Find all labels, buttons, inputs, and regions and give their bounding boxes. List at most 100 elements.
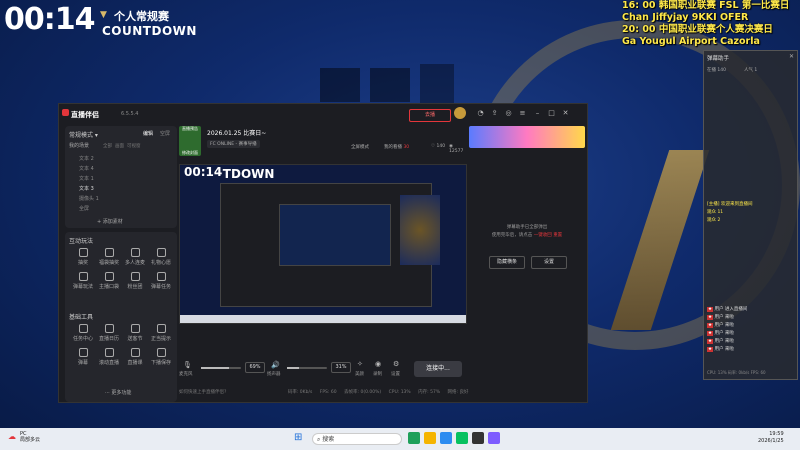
network-readout: 网络: 良好 <box>447 390 469 395</box>
schedule-line: 20: 00 中国职业联赛个人赛决赛日 <box>622 24 773 35</box>
help-link[interactable]: 如何快速上手直播伴侣? <box>179 390 226 395</box>
danmu-stat: 在播 140 <box>707 68 727 73</box>
scene-item[interactable]: 摄像头 1 <box>79 194 159 204</box>
mic-icon <box>130 248 140 257</box>
bell-icon[interactable]: ◔ <box>477 110 484 117</box>
share-icon[interactable]: ⇪ <box>491 110 498 117</box>
chat-message: [主播] 欢迎来到直播间 <box>707 202 753 207</box>
avatar[interactable] <box>454 107 466 119</box>
scene-list: 文本 2 文本 4 文本 1 文本 3 摄像头 1 全屏 <box>79 154 159 214</box>
banner-ad[interactable] <box>469 126 585 148</box>
interaction-title: 互动玩法 <box>69 238 94 245</box>
tool-danmu-game[interactable]: 弹幕玩法 <box>71 272 95 294</box>
menu-icon[interactable]: ≡ <box>519 110 526 117</box>
tool-task-center[interactable]: 任务中心 <box>71 324 95 346</box>
app-icon[interactable] <box>488 432 500 444</box>
tool-calendar[interactable]: 直播日历 <box>97 324 121 346</box>
scene-item[interactable]: 文本 1 <box>79 174 159 184</box>
edit-cover-button[interactable]: 修改封面 <box>179 150 201 156</box>
weather-icon[interactable]: ☁ <box>8 432 16 441</box>
scene-tab-all[interactable]: 全部 <box>103 143 112 149</box>
tool-save[interactable]: 下播保存 <box>149 348 173 370</box>
speaker-volume[interactable]: 31% <box>331 362 351 373</box>
scene-item[interactable]: 全屏 <box>79 204 159 214</box>
mic-icon[interactable]: 🎙 <box>183 361 192 369</box>
tool-lottery[interactable]: 抽奖 <box>71 248 95 270</box>
event-title: 个人常规赛 <box>114 10 169 23</box>
wechat-icon[interactable] <box>456 432 468 444</box>
chat-message: 观众 11 <box>707 210 724 215</box>
weather-widget[interactable]: PC 局部多云 <box>20 431 40 443</box>
tool-send-off[interactable]: 送客节 <box>123 324 147 346</box>
close-icon[interactable]: ✕ <box>562 110 569 117</box>
scroll-icon <box>104 348 114 357</box>
folder-icon[interactable] <box>424 432 436 444</box>
windows-start-icon[interactable]: ⊞ <box>294 432 306 444</box>
taskbar-search[interactable]: ⌕ 搜索 <box>312 433 402 445</box>
go-live-button[interactable]: 去播 <box>409 109 451 122</box>
full-screen-mode[interactable]: 全屏模式 <box>351 144 369 150</box>
assistant-notice: 弹幕助手已全部弹出 使用完毕后，请点击 一键收回 重置 <box>491 225 563 238</box>
scene-tab-screen[interactable]: 画面 <box>115 143 124 149</box>
gear-icon: ⚙ <box>393 360 400 368</box>
countdown-label: COUNTDOWN <box>102 24 197 38</box>
schedule-line: Ga Yougul Airport Cazorla <box>622 36 760 47</box>
tool-danmu-task[interactable]: 弹幕任务 <box>149 272 173 294</box>
hide-bar-button[interactable]: 隐藏横条 <box>489 256 525 269</box>
record-button[interactable]: 录制 <box>373 371 382 377</box>
my-reservation[interactable]: 我的看播 30 <box>384 144 409 150</box>
viewers-count: ◉ 12577 <box>449 144 464 154</box>
live-companion-window: 直播伴侣 6.5.5.4 去播 ◔ ⇪ ◎ ≡ – □ ✕ 常规模式 ▾ 编辑 … <box>58 103 588 403</box>
interaction-tools: 抽奖 福袋抽奖 多人连麦 礼物心愿 弹幕玩法 主播口袋 粉丝团 弹幕任务 <box>71 248 175 294</box>
tool-scroll-live[interactable]: 滚动直播 <box>97 348 121 370</box>
stream-preview[interactable]: COUNTDOWN 00:14 <box>179 164 467 324</box>
tool-fan-club[interactable]: 粉丝团 <box>123 272 147 294</box>
scene-item[interactable]: 文本 4 <box>79 164 159 174</box>
speaker-slider[interactable] <box>287 367 327 369</box>
chat-list-users: ★ 用户 进入直播间 ★ 用户 来啦 ★ 用户 来啦 ★ 用户 来啦 ★ 用户 … <box>707 306 796 354</box>
stream-title[interactable]: 2026.01.25 比赛日~ <box>207 128 266 137</box>
tool-danmu[interactable]: 弹幕 <box>71 348 95 370</box>
scene-item[interactable]: 文本 2 <box>79 154 159 164</box>
chat-message: ★ 用户 来啦 <box>707 347 734 352</box>
reset-link[interactable]: 重置 <box>553 233 562 238</box>
app-icon[interactable] <box>408 432 420 444</box>
connect-button[interactable]: 连接中... <box>414 361 462 377</box>
mic-volume[interactable]: 69% <box>245 362 265 373</box>
danmu-assistant-window[interactable]: 弹幕助手 ✕ 在播 140 人气 1 [主播] 欢迎来到直播间 观众 11 观众… <box>703 50 798 380</box>
countdown-timer: 00:14 <box>4 2 95 37</box>
tool-host-pocket[interactable]: 主播口袋 <box>97 272 121 294</box>
tab-edit[interactable]: 编辑 <box>143 130 153 137</box>
headset-icon[interactable]: ◎ <box>505 110 512 117</box>
tool-live-class[interactable]: 直播课 <box>123 348 147 370</box>
tool-multi-mic[interactable]: 多人连麦 <box>123 248 147 270</box>
scene-panel: 常规模式 ▾ 编辑 空屏 我的场景 全部 画面 可视窗 文本 2 文本 4 文本… <box>65 126 177 228</box>
tool-lucky-bag[interactable]: 福袋抽奖 <box>97 248 121 270</box>
maximize-icon[interactable]: □ <box>548 110 555 117</box>
close-icon[interactable]: ✕ <box>789 53 794 60</box>
minimize-icon[interactable]: – <box>534 110 541 117</box>
sidebar: 常规模式 ▾ 编辑 空屏 我的场景 全部 画面 可视窗 文本 2 文本 4 文本… <box>65 126 177 402</box>
add-material-button[interactable]: + 添加素材 <box>97 218 123 225</box>
tab-blank[interactable]: 空屏 <box>160 130 170 137</box>
beauty-button[interactable]: 美颜 <box>355 371 364 377</box>
clock[interactable]: 19:59 2026/1/25 <box>758 431 784 445</box>
more-functions-button[interactable]: ··· 更多功能 <box>105 389 131 396</box>
browser-icon[interactable] <box>440 432 452 444</box>
collapse-link[interactable]: 一键收回 <box>534 233 552 238</box>
tool-reminder[interactable]: 正当提示 <box>149 324 173 346</box>
league-logo-icon: ▼ <box>100 10 107 20</box>
tool-gift-wish[interactable]: 礼物心愿 <box>149 248 173 270</box>
live-app-icon[interactable] <box>472 432 484 444</box>
pocket-icon <box>104 272 114 281</box>
game-tag[interactable]: FC ONLINE - 赛事导播 <box>207 140 260 148</box>
scene-item-active[interactable]: 文本 3 <box>79 184 159 194</box>
scene-tab-window[interactable]: 可视窗 <box>127 143 141 149</box>
mode-dropdown[interactable]: 常规模式 ▾ <box>69 130 98 139</box>
mic-label: 麦克风 <box>179 372 193 377</box>
assistant-settings-button[interactable]: 设置 <box>531 256 567 269</box>
speaker-icon[interactable]: 🔊 <box>271 361 280 369</box>
mic-slider[interactable] <box>201 367 241 369</box>
reminder-icon <box>156 324 166 333</box>
settings-button[interactable]: 设置 <box>391 371 400 377</box>
